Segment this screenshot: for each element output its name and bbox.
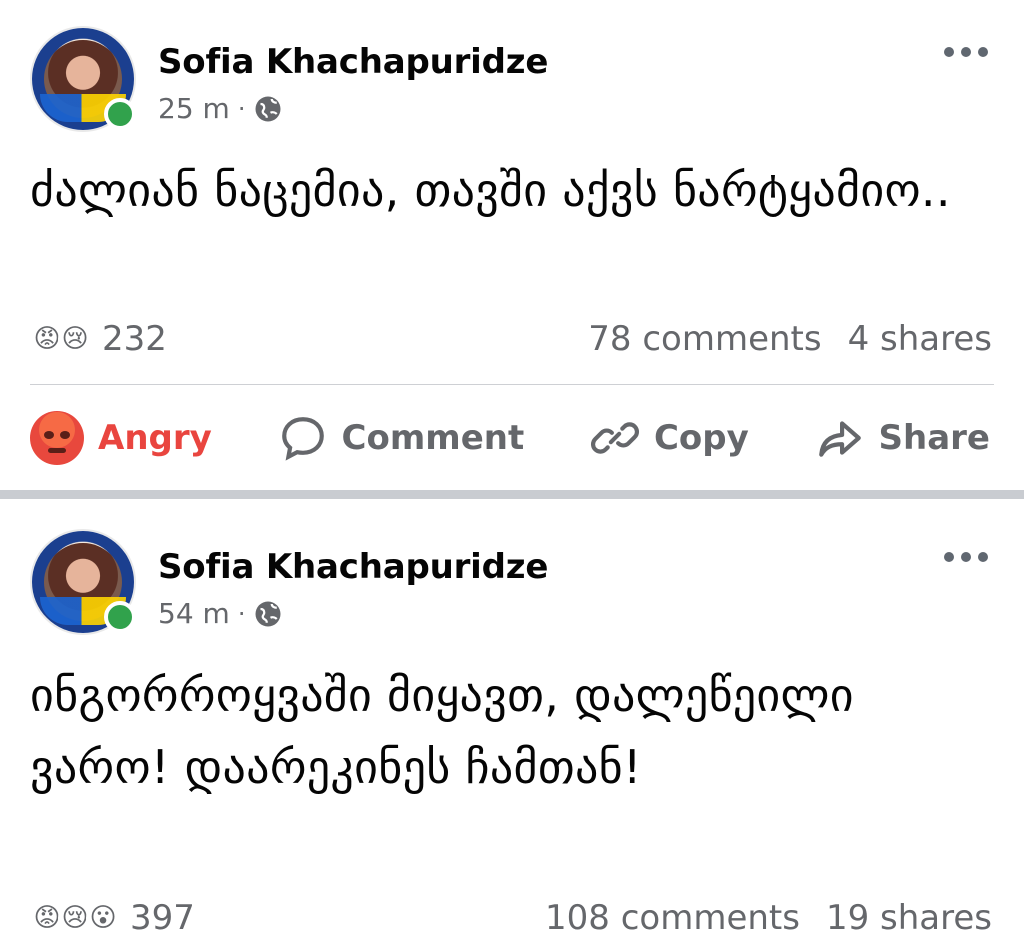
reaction-count: 397 xyxy=(130,898,195,938)
sad-reaction-icon: 😢 xyxy=(58,322,92,356)
wow-reaction-icon: 😮 xyxy=(86,901,120,935)
post-stats: 😡 😢 232 78 comments 4 shares xyxy=(30,316,992,362)
reactions-summary[interactable]: 😡 😢 😮 397 xyxy=(30,898,195,938)
comments-count[interactable]: 108 comments xyxy=(545,898,800,938)
copy-link-button[interactable]: Copy xyxy=(590,413,749,463)
angry-reaction-button[interactable]: Angry xyxy=(30,411,212,465)
post-card-1: Sofia Khachapuridze 25 m · ძალიან ნაცემი… xyxy=(0,0,1024,490)
link-icon xyxy=(590,422,639,454)
share-arrow-icon xyxy=(818,421,861,457)
feed-separator xyxy=(0,490,1024,499)
copy-label: Copy xyxy=(653,418,749,458)
share-label: Share xyxy=(878,418,990,458)
post-stats: 😡 😢 😮 397 108 comments 19 shares xyxy=(30,895,992,941)
post-time[interactable]: 25 m xyxy=(158,92,230,126)
speech-bubble-icon xyxy=(281,417,324,461)
post-time[interactable]: 54 m xyxy=(158,597,230,631)
more-options-icon[interactable] xyxy=(944,44,988,60)
post-text: ძალიან ნაცემია, თავში აქვს ნარტყამიო.. xyxy=(30,163,951,217)
post-meta: 54 m · xyxy=(158,597,283,631)
shares-count[interactable]: 4 shares xyxy=(848,319,992,359)
comment-button[interactable]: Comment xyxy=(278,413,525,463)
author-name[interactable]: Sofia Khachapuridze xyxy=(158,42,548,82)
reactions-summary[interactable]: 😡 😢 232 xyxy=(30,319,167,359)
post-actions: Angry Comment Copy Share xyxy=(30,408,990,468)
online-status-dot xyxy=(104,601,136,633)
shares-count[interactable]: 19 shares xyxy=(826,898,992,938)
globe-icon xyxy=(255,601,281,627)
post-card-2: Sofia Khachapuridze 54 m · ინგორროყვაში … xyxy=(0,499,1024,947)
angry-face-icon xyxy=(30,411,84,465)
comments-count[interactable]: 78 comments xyxy=(588,319,821,359)
more-options-icon[interactable] xyxy=(944,549,988,565)
online-status-dot xyxy=(104,98,136,130)
meta-separator: · xyxy=(237,95,246,123)
meta-separator: · xyxy=(237,600,246,628)
share-button[interactable]: Share xyxy=(815,413,990,463)
comment-label: Comment xyxy=(341,418,525,458)
post-meta: 25 m · xyxy=(158,92,283,126)
post-text: ინგორროყვაში მიყავთ, დალეწეილი ვარო! დაა… xyxy=(30,668,854,794)
angry-label: Angry xyxy=(98,418,212,458)
stats-divider xyxy=(30,384,994,385)
author-name[interactable]: Sofia Khachapuridze xyxy=(158,547,548,587)
reaction-count: 232 xyxy=(102,319,167,359)
globe-icon xyxy=(255,96,281,122)
